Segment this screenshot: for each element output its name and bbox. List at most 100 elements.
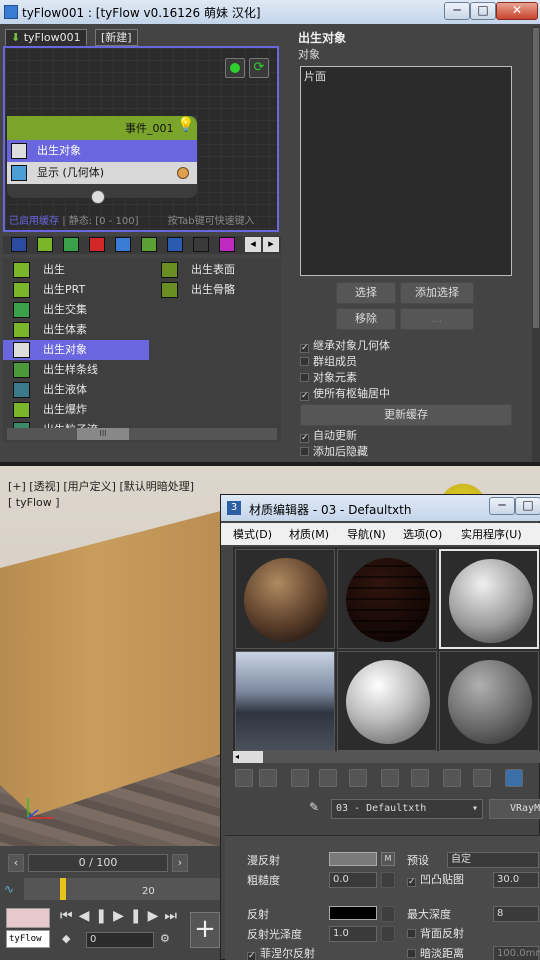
scroll-left-icon[interactable]: ◂	[245, 237, 261, 252]
reflect-gloss-spinner[interactable]	[381, 926, 395, 942]
material-slot-2[interactable]	[337, 549, 437, 649]
prev-frame-icon[interactable]: ‹	[8, 854, 24, 872]
node-operator-birth-object[interactable]: 出生对象	[7, 140, 197, 162]
checkbox-auto-update[interactable]: ✓ 自动更新	[300, 428, 357, 444]
show-shaded-icon[interactable]	[473, 769, 491, 787]
key-mode-icon[interactable]: ◆	[62, 932, 70, 945]
more-button[interactable]: ...	[400, 308, 474, 330]
minimize-button[interactable]: ─	[444, 2, 470, 20]
event-node-header[interactable]: 事件_001 💡	[7, 116, 197, 140]
delete-icon[interactable]	[319, 769, 337, 787]
material-name-dropdown[interactable]: 03 - Defaultxth ▾	[331, 799, 483, 819]
event-node[interactable]: 事件_001 💡 出生对象 显示 (几何体)	[7, 116, 197, 204]
max-depth-field[interactable]: 8	[493, 906, 539, 922]
color-swatch[interactable]	[6, 908, 50, 928]
panel-scrollbar[interactable]	[532, 26, 540, 462]
operator-item[interactable]: 出生	[3, 260, 149, 280]
diffuse-color-swatch[interactable]	[329, 852, 377, 866]
lightbulb-icon[interactable]: 💡	[177, 117, 194, 133]
get-material-icon[interactable]	[235, 769, 253, 787]
update-cache-button[interactable]: 更新缓存	[300, 404, 512, 426]
category-delete-icon[interactable]	[89, 237, 105, 252]
copy-material-icon[interactable]	[349, 769, 367, 787]
checkbox-dim-distance[interactable]: 暗淡距离	[407, 946, 464, 960]
list-item[interactable]: 片面	[301, 67, 511, 85]
reflect-map-button[interactable]	[381, 906, 395, 922]
material-slot-5[interactable]	[337, 651, 437, 751]
checkbox-center-pivots[interactable]: ✓ 使所有枢轴居中	[300, 386, 390, 402]
assign-material-icon[interactable]	[291, 769, 309, 787]
checkbox-back-reflect[interactable]: 背面反射	[407, 926, 464, 942]
reflect-color-swatch[interactable]	[329, 906, 377, 920]
tab-new[interactable]: [新建]	[95, 29, 138, 46]
operator-item[interactable]: 出生样条线	[3, 360, 149, 380]
material-slot-6[interactable]	[439, 651, 539, 751]
operator-item[interactable]: 出生交集	[3, 300, 149, 320]
operator-item[interactable]: 出生液体	[3, 380, 149, 400]
operator-item[interactable]: 出生对象	[3, 340, 149, 360]
maximize-button[interactable]: □	[515, 497, 540, 515]
checkbox-inherit-geometry[interactable]: ✓ 继承对象几何体	[300, 338, 390, 354]
operator-item[interactable]: 出生PRT	[3, 280, 149, 300]
tab-tyflow001[interactable]: ⬇ tyFlow001	[5, 29, 87, 46]
material-editor-titlebar[interactable]: 3 材质编辑器 - 03 - Defaultxth ─ □	[221, 495, 540, 521]
checkbox-hide-after-add[interactable]: 添加后隐藏	[300, 444, 368, 460]
curve-icon[interactable]: ∿	[4, 882, 14, 896]
category-birth-icon[interactable]	[37, 237, 53, 252]
material-type-button[interactable]: VRayM	[489, 799, 540, 819]
category-display-icon[interactable]	[115, 237, 131, 252]
show-end-result-icon[interactable]	[505, 769, 523, 787]
operator-item[interactable]: 出生爆炸	[3, 400, 149, 420]
material-slot-1[interactable]	[235, 549, 335, 649]
frame-counter[interactable]: 0 / 100	[28, 854, 168, 872]
remove-button[interactable]: 移除	[336, 308, 396, 330]
category-shape-icon[interactable]	[141, 237, 157, 252]
scroll-right-icon[interactable]: ▸	[263, 237, 279, 252]
tyflow-button[interactable]: tyFlow	[6, 930, 50, 948]
diffuse-map-button[interactable]: M	[381, 852, 395, 866]
playback-controls[interactable]: ⏮◀❚▶❚▶⏭	[60, 908, 190, 928]
flow-canvas[interactable]: ⟳ 事件_001 💡 出生对象 显示 (几何体) 已启用缓存 | 静态: [0 …	[3, 46, 279, 232]
add-key-button[interactable]: +	[190, 912, 220, 948]
checkbox-object-elements[interactable]: 对象元素	[300, 370, 357, 386]
eyedropper-icon[interactable]: ✎	[309, 800, 319, 814]
material-id-icon[interactable]	[443, 769, 461, 787]
material-slot-4[interactable]	[235, 651, 335, 751]
category-physx-icon[interactable]	[167, 237, 183, 252]
time-track[interactable]: 20	[24, 878, 220, 900]
checkbox-fresnel[interactable]: ✓ 菲涅尔反射	[247, 946, 315, 960]
refresh-icon[interactable]: ⟳	[249, 58, 269, 78]
operator-item[interactable]: 出生体素	[3, 320, 149, 340]
preset-dropdown[interactable]: 自定	[447, 852, 539, 868]
category-space-icon[interactable]	[63, 237, 79, 252]
roughness-field[interactable]: 0.0	[329, 872, 377, 888]
minimize-button[interactable]: ─	[489, 497, 515, 515]
display-color-swatch[interactable]	[177, 167, 189, 179]
time-field[interactable]: 0	[86, 932, 154, 948]
operator-item[interactable]: 出生表面	[151, 260, 281, 280]
material-slot-3[interactable]	[439, 549, 539, 649]
operator-scrollbar[interactable]: III	[7, 428, 277, 440]
time-config-icon[interactable]: ⚙	[160, 932, 170, 945]
select-button[interactable]: 选择	[336, 282, 396, 304]
node-operator-display[interactable]: 显示 (几何体)	[7, 162, 197, 184]
add-select-button[interactable]: 添加选择	[400, 282, 474, 304]
menu-material[interactable]: 材质(M)	[289, 526, 329, 542]
checkbox-group-members[interactable]: 群组成员	[300, 354, 357, 370]
viewport-label[interactable]: [+] [透视] [用户定义] [默认明暗处理]	[8, 478, 194, 494]
tyflow-titlebar[interactable]: tyFlow001 : [tyFlow v0.16126 萌妹 汉化] ─ □ …	[0, 0, 540, 24]
reflect-gloss-field[interactable]: 1.0	[329, 926, 377, 942]
put-to-library-icon[interactable]	[411, 769, 429, 787]
put-to-scene-icon[interactable]	[259, 769, 277, 787]
close-button[interactable]: ✕	[496, 2, 538, 20]
menu-options[interactable]: 选项(O)	[403, 526, 442, 542]
object-listbox[interactable]: 片面	[300, 66, 512, 276]
menu-navigation[interactable]: 导航(N)	[347, 526, 386, 542]
next-frame-icon[interactable]: ›	[172, 854, 188, 872]
roughness-spinner[interactable]	[381, 872, 395, 888]
slots-scrollbar[interactable]: ◂	[233, 751, 540, 763]
category-grid-icon[interactable]	[11, 237, 27, 252]
bump-amount-field[interactable]: 30.0	[493, 872, 539, 888]
record-icon[interactable]	[225, 58, 245, 78]
maximize-button[interactable]: □	[470, 2, 496, 20]
